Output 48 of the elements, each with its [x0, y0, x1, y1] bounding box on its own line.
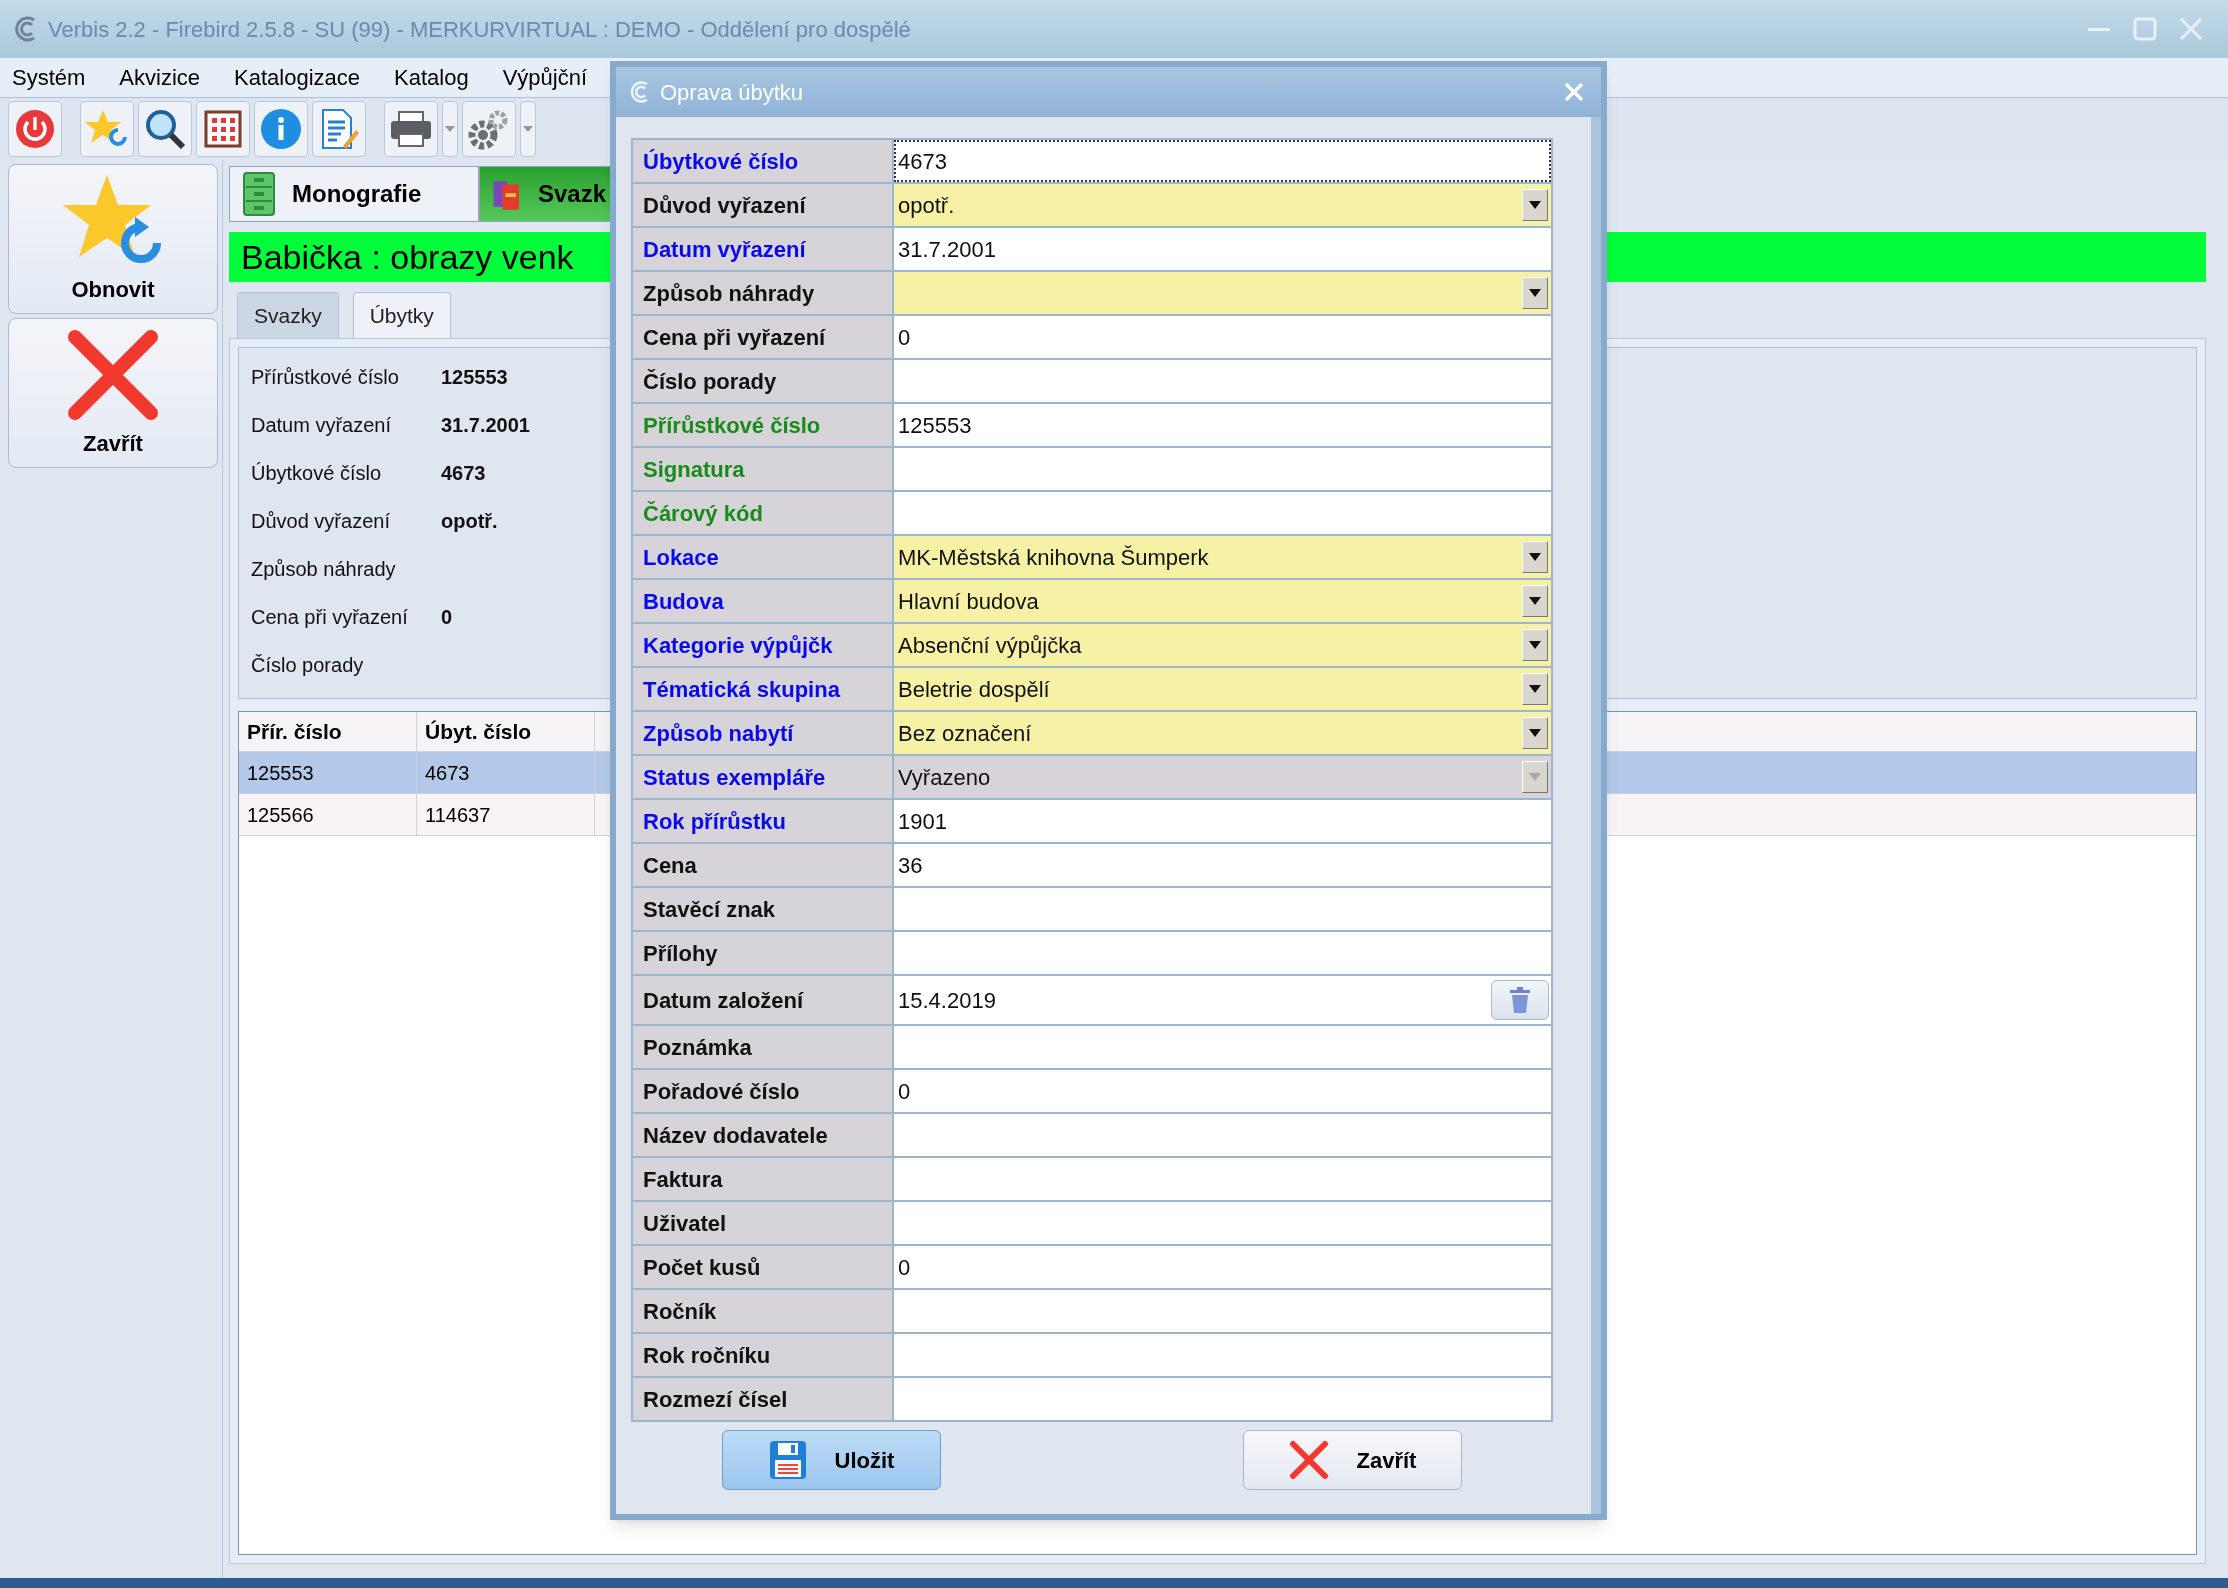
field-label: Lokace	[633, 536, 892, 578]
field-label: Datum vyřazení	[633, 228, 892, 270]
field-label: Ročník	[633, 1290, 892, 1332]
field-label: Kategorie výpůjčk	[633, 624, 892, 666]
field-label: Datum vyřazení	[251, 413, 393, 438]
field-label: Úbytkové číslo	[251, 461, 383, 486]
field-label: Uživatel	[633, 1202, 892, 1244]
field-label: Cena při vyřazení	[251, 605, 409, 630]
field-value: 31.7.2001	[441, 413, 530, 438]
field-label: Tématická skupina	[633, 668, 892, 710]
field-label: Přírůstkové číslo	[251, 365, 400, 390]
field-label: Důvod vyřazení	[251, 509, 391, 534]
window-title: Verbis 2.2 - Firebird 2.5.8 - SU (99) - MERKURVIRTUAL : DEMO - Oddělení pro dospělé	[48, 15, 911, 44]
field-label: Budova	[633, 580, 892, 622]
field-label: Způsob náhrady	[251, 557, 397, 582]
field-label: Cena	[633, 844, 892, 886]
field-label: Pořadové číslo	[633, 1070, 892, 1112]
field-label: Počet kusů	[633, 1246, 892, 1288]
field-label: Poznámka	[633, 1026, 892, 1068]
field-label: Způsob náhrady	[633, 272, 892, 314]
field-label: Čárový kód	[633, 492, 892, 534]
field-label: Rok ročníku	[633, 1334, 892, 1376]
table-cell: 125553	[239, 752, 417, 793]
table-cell: 125566	[239, 794, 417, 835]
field-label: Název dodavatele	[633, 1114, 892, 1156]
table-cell: 4673	[417, 752, 595, 793]
field-label: Přílohy	[633, 932, 892, 974]
field-value: 4673	[441, 461, 486, 486]
field-label: Číslo porady	[633, 360, 892, 402]
field-label: Důvod vyřazení	[633, 184, 892, 226]
field-label: Způsob nabytí	[633, 712, 892, 754]
field-label: Stavěcí znak	[633, 888, 892, 930]
field-label: Faktura	[633, 1158, 892, 1200]
field-value: 125553	[441, 365, 508, 390]
field-label: Signatura	[633, 448, 892, 490]
field-value: opotř.	[441, 509, 498, 534]
dialog-title: Oprava úbytku	[660, 78, 804, 107]
field-label: Rozmezí čísel	[633, 1378, 892, 1420]
field-label: Datum založení	[633, 976, 892, 1024]
field-label: Číslo porady	[251, 653, 365, 678]
field-label: Rok přírůstku	[633, 800, 892, 842]
field-label: Status exempláře	[633, 756, 892, 798]
field-label: Přírůstkové číslo	[633, 404, 892, 446]
record-title: Babička : obrazy venk	[241, 236, 574, 278]
field-label: Úbytkové číslo	[633, 140, 892, 182]
field-value: 0	[441, 605, 453, 630]
field-label: Cena při vyřazení	[633, 316, 892, 358]
table-cell: 114637	[417, 794, 595, 835]
